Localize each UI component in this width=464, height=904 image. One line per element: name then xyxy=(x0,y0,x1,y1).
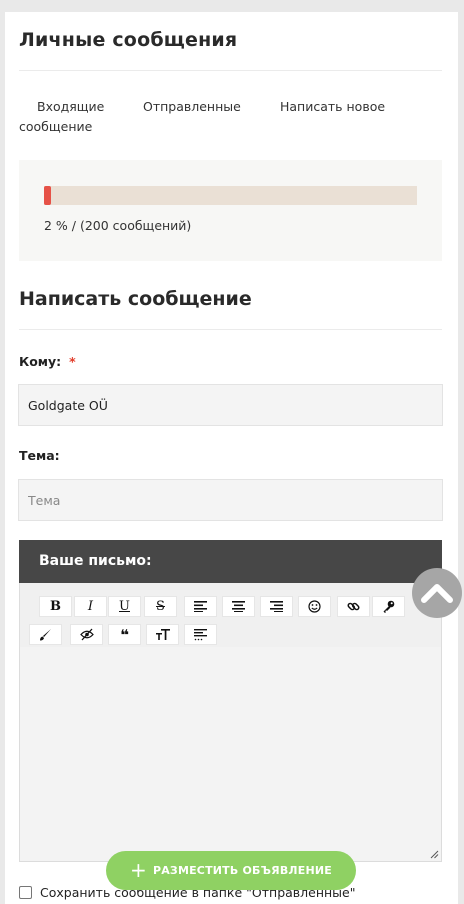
smiley-icon xyxy=(308,600,321,613)
messages-card: Личные сообщения Входящие Отправленные Н… xyxy=(5,12,458,904)
italic-button[interactable]: I xyxy=(74,596,107,617)
align-center-icon xyxy=(232,601,245,612)
quota-progress-bar xyxy=(44,186,417,205)
page-title: Личные сообщения xyxy=(19,29,238,51)
strikethrough-button[interactable]: S xyxy=(144,596,177,617)
hide-button[interactable] xyxy=(70,624,103,645)
title-divider xyxy=(19,70,442,71)
align-center-button[interactable] xyxy=(222,596,255,617)
align-left-icon xyxy=(194,601,207,612)
tab-compose-continued[interactable]: сообщение xyxy=(19,117,92,137)
quote-button[interactable]: ❝ xyxy=(108,624,141,645)
to-label: Кому: * xyxy=(19,354,76,369)
align-left-button[interactable] xyxy=(184,596,217,617)
tab-sent[interactable]: Отправленные xyxy=(143,97,241,117)
brush-icon xyxy=(40,629,51,641)
compose-divider xyxy=(19,329,442,330)
editor-toolbar: B I U S ❝ xyxy=(19,583,442,647)
text-size-icon xyxy=(155,629,170,640)
bold-button[interactable]: B xyxy=(39,596,72,617)
scroll-to-top-button[interactable] xyxy=(412,568,462,618)
quota-text: 2 % / (200 сообщений) xyxy=(44,218,192,233)
brush-button[interactable] xyxy=(29,624,62,645)
link-icon xyxy=(347,602,360,611)
plus-icon: + xyxy=(129,858,147,882)
to-label-text: Кому: xyxy=(19,354,62,369)
post-ad-button[interactable]: + РАЗМЕСТИТЬ ОБЪЯВЛЕНИЕ xyxy=(106,851,356,890)
subject-label: Тема: xyxy=(19,448,60,463)
to-field[interactable] xyxy=(18,384,443,426)
message-body-textarea[interactable] xyxy=(19,647,442,862)
link-button[interactable] xyxy=(337,596,370,617)
tab-inbox[interactable]: Входящие xyxy=(37,97,104,117)
chevron-up-icon xyxy=(421,584,453,603)
post-ad-label: РАЗМЕСТИТЬ ОБЪЯВЛЕНИЕ xyxy=(152,864,333,877)
key-icon xyxy=(383,600,395,613)
required-mark: * xyxy=(69,354,76,369)
font-size-button[interactable] xyxy=(146,624,179,645)
paragraph-format-button[interactable] xyxy=(184,624,217,645)
tab-compose[interactable]: Написать новое xyxy=(280,97,385,117)
quota-panel: 2 % / (200 сообщений) xyxy=(19,160,442,261)
emoji-button[interactable] xyxy=(298,596,331,617)
eye-slash-icon xyxy=(79,628,94,641)
subject-field[interactable] xyxy=(18,479,443,521)
quota-progress-fill xyxy=(44,186,52,205)
paragraph-format-icon xyxy=(194,629,207,641)
key-button[interactable] xyxy=(372,596,405,617)
resize-grip-icon[interactable] xyxy=(430,850,439,859)
underline-button[interactable]: U xyxy=(108,596,141,617)
align-right-button[interactable] xyxy=(260,596,293,617)
align-right-icon xyxy=(270,601,283,612)
compose-title: Написать сообщение xyxy=(19,288,252,310)
save-copy-checkbox[interactable] xyxy=(19,886,32,899)
editor-header: Ваше письмо: xyxy=(19,540,442,583)
